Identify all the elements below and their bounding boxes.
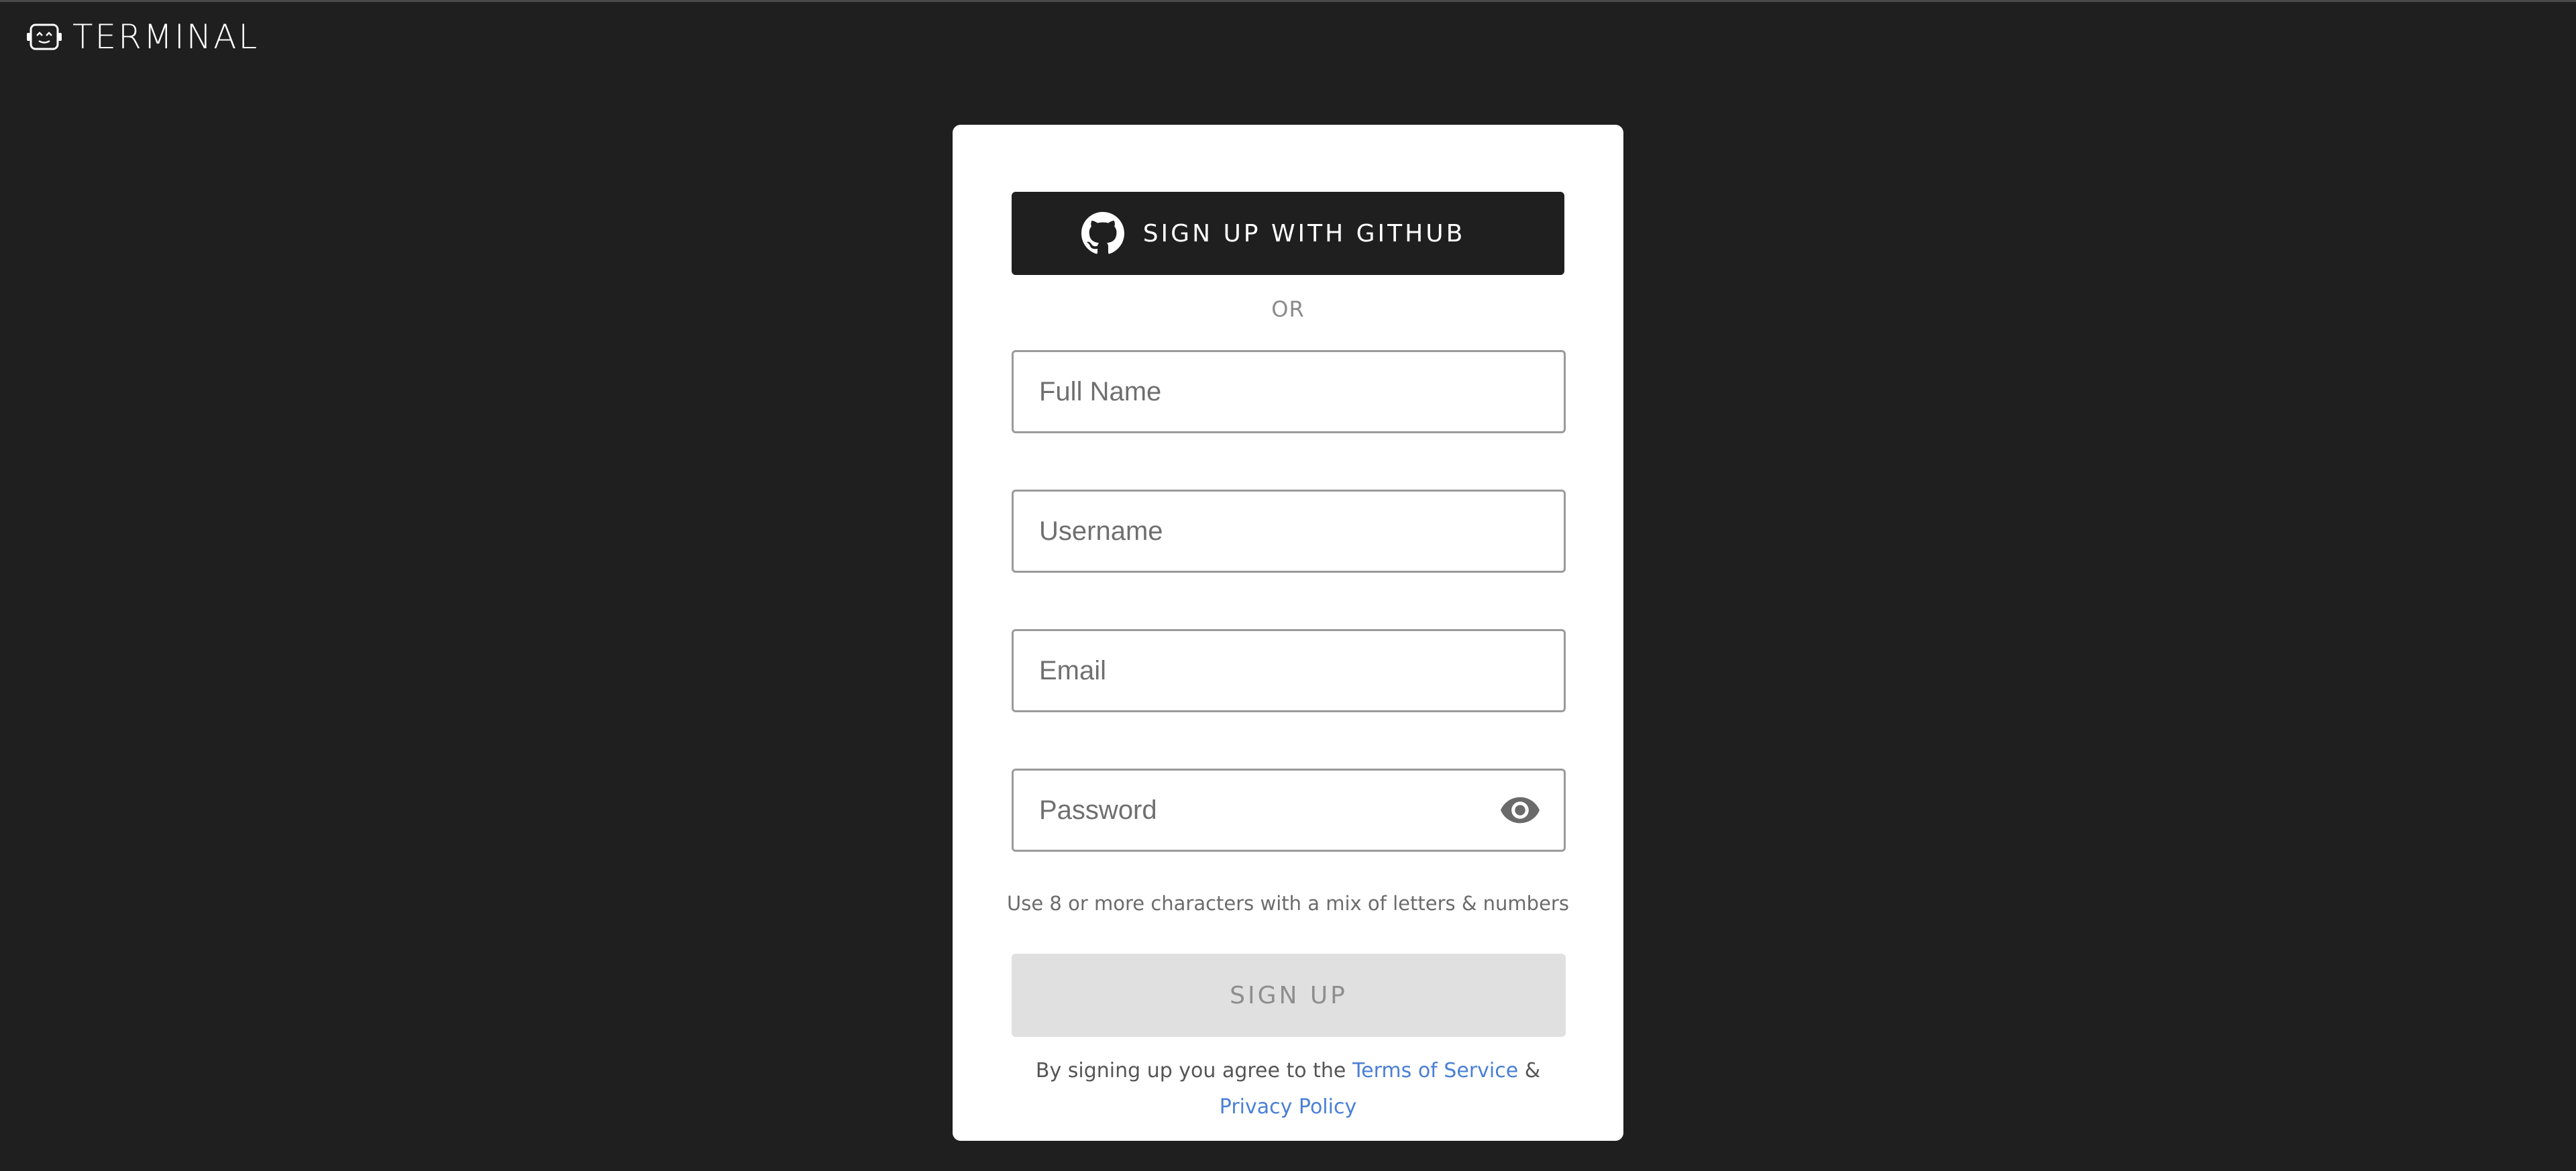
password-input[interactable] xyxy=(1014,771,1564,850)
full-name-input[interactable] xyxy=(1014,352,1564,431)
github-icon xyxy=(1081,212,1124,254)
robot-face-icon xyxy=(27,23,62,50)
brand-logo[interactable]: TERMINAL xyxy=(25,19,259,55)
terms-ampersand: & xyxy=(1524,1059,1541,1082)
signup-card: SIGN UP WITH GITHUB OR Use 8 or more cha… xyxy=(953,125,1623,1141)
terms-of-service-link[interactable]: Terms of Service xyxy=(1352,1059,1518,1082)
password-field-wrapper xyxy=(1012,769,1566,852)
username-field-wrapper xyxy=(1012,490,1566,573)
top-border xyxy=(0,0,2576,2)
brand-name: TERMINAL xyxy=(72,17,260,56)
email-input[interactable] xyxy=(1014,631,1564,710)
email-field-wrapper xyxy=(1012,629,1566,712)
eye-icon[interactable] xyxy=(1501,796,1540,824)
privacy-policy-link[interactable]: Privacy Policy xyxy=(1220,1095,1356,1119)
github-button-label: SIGN UP WITH GITHUB xyxy=(1142,219,1466,247)
or-divider: OR xyxy=(1271,296,1305,322)
username-input[interactable] xyxy=(1014,492,1564,571)
terms-prefix: By signing up you agree to the xyxy=(1035,1059,1346,1082)
signup-github-button[interactable]: SIGN UP WITH GITHUB xyxy=(1012,192,1564,275)
signup-button[interactable]: SIGN UP xyxy=(1012,954,1566,1037)
full-name-field-wrapper xyxy=(1012,350,1566,433)
password-hint: Use 8 or more characters with a mix of l… xyxy=(1007,892,1569,915)
terms-notice: By signing up you agree to the Terms of … xyxy=(1013,1053,1563,1125)
